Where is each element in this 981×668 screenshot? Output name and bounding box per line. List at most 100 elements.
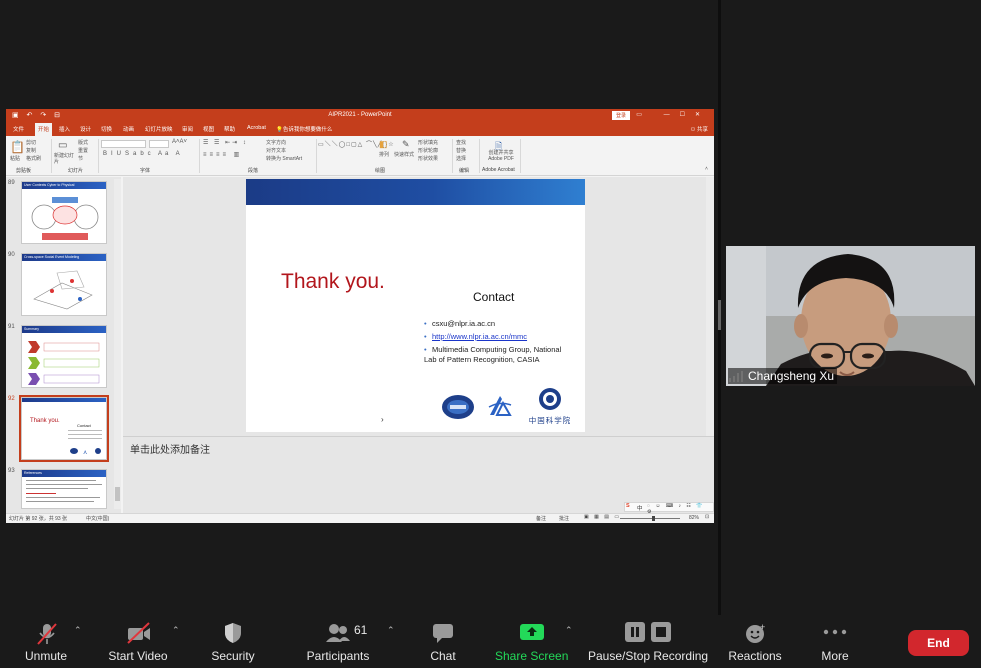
font-color-icons[interactable]: Aa A: [158, 151, 183, 157]
comments-toggle[interactable]: 批注: [559, 515, 569, 522]
slide-thumbnail[interactable]: User Contexts Cyber to Physical: [21, 181, 107, 244]
participants-icon: [326, 624, 350, 642]
share-screen-icon: [520, 624, 544, 640]
slide-thumbnail[interactable]: Summary: [21, 325, 107, 388]
ribbon-separator: [520, 139, 521, 173]
notes-toggle[interactable]: 备注: [536, 515, 546, 522]
font-name-dropdown[interactable]: [101, 140, 146, 148]
ribbon-separator: [51, 139, 52, 173]
shape-effects-button[interactable]: 形状效果: [418, 155, 438, 162]
tell-me-search[interactable]: 💡告诉我你想要做什么: [276, 125, 332, 133]
zoom-slider-thumb[interactable]: [652, 516, 655, 521]
tab-review[interactable]: 审阅: [182, 125, 193, 133]
replace-button[interactable]: 替换: [456, 147, 466, 154]
view-buttons[interactable]: ▣ ▦ ▤ ▭: [584, 514, 621, 520]
participants-options-chevron-icon[interactable]: ⌃: [387, 625, 395, 636]
audio-options-chevron-icon[interactable]: ⌃: [74, 625, 82, 636]
video-options-chevron-icon[interactable]: ⌃: [172, 625, 180, 636]
reset-button[interactable]: 重置: [78, 147, 88, 154]
align-text-button[interactable]: 对齐文本: [266, 147, 286, 154]
cas-logo-text: 中国科学院: [528, 416, 572, 425]
unmute-button[interactable]: Unmute: [16, 615, 76, 668]
font-format-icons[interactable]: BIUSabc: [103, 151, 155, 157]
shape-fill-button[interactable]: 形状填充: [418, 139, 438, 146]
layout-button[interactable]: 版式: [78, 139, 88, 146]
font-size-dropdown[interactable]: [149, 140, 169, 148]
quick-styles-icon[interactable]: ✎: [402, 139, 410, 150]
quick-styles-button[interactable]: 快速样式: [394, 151, 414, 158]
tab-design[interactable]: 设计: [80, 125, 91, 133]
copy-button[interactable]: 复制: [26, 147, 36, 154]
login-button[interactable]: 登录: [612, 111, 631, 120]
panel-divider-handle[interactable]: [718, 300, 721, 330]
format-painter-button[interactable]: 格式刷: [26, 155, 41, 162]
font-grow-icon[interactable]: A˄A˅: [172, 139, 187, 145]
align-icons[interactable]: ≡≡≡≡ ▥: [203, 151, 242, 158]
tab-transitions[interactable]: 切换: [101, 125, 112, 133]
tab-acrobat[interactable]: Acrobat: [247, 125, 266, 131]
create-pdf-button[interactable]: 创建并共享 Adobe PDF: [484, 150, 518, 162]
slide-thumbnail[interactable]: References: [21, 469, 107, 509]
tab-animations[interactable]: 动画: [123, 125, 134, 133]
fit-slide-icon[interactable]: ⊡: [705, 514, 709, 520]
tab-help[interactable]: 帮助: [224, 125, 235, 133]
slide-thumbnail[interactable]: Cross-space Social Event Modeling: [21, 253, 107, 316]
thumb-diagram: [28, 341, 100, 385]
list-icons[interactable]: ☰ ☰ ⇤⇥ ↕: [203, 139, 248, 146]
more-button[interactable]: More: [812, 615, 858, 668]
casia-logo: [488, 396, 512, 416]
new-slide-label[interactable]: 新建幻灯片: [54, 153, 74, 165]
end-meeting-button[interactable]: End: [908, 630, 969, 656]
language-status[interactable]: 中文(中国): [86, 515, 109, 522]
cut-button[interactable]: 剪切: [26, 139, 36, 146]
reactions-button[interactable]: + Reactions: [727, 615, 783, 668]
thumbnail-scroll-thumb[interactable]: [115, 487, 120, 501]
ime-mode[interactable]: 中: [637, 504, 643, 512]
zoom-slider[interactable]: [620, 518, 680, 519]
security-button[interactable]: Security: [205, 615, 261, 668]
text-direction-button[interactable]: 文字方向: [266, 139, 286, 146]
chat-button[interactable]: Chat: [418, 615, 468, 668]
thumb-title: Cross-space Social Event Modeling: [22, 254, 106, 261]
paste-label[interactable]: 粘贴: [10, 155, 20, 162]
stop-recording-icon[interactable]: [651, 622, 671, 642]
notes-placeholder[interactable]: 单击此处添加备注: [130, 441, 210, 456]
slide-thumbnail-pane: 89 User Contexts Cyber to Physical 90 Cr…: [6, 177, 121, 513]
sogou-ime-icon[interactable]: S: [626, 503, 630, 509]
share-options-chevron-icon[interactable]: ⌃: [565, 625, 573, 636]
start-video-button[interactable]: Start Video: [103, 615, 173, 668]
collapse-ribbon-icon[interactable]: ˄: [705, 166, 708, 172]
ribbon-separator: [199, 139, 200, 173]
tab-home[interactable]: 开始: [35, 123, 53, 137]
bullet-icon: •: [424, 319, 427, 328]
group-paragraph: 段落: [248, 168, 259, 174]
share-screen-button[interactable]: Share Screen: [495, 615, 568, 668]
section-button[interactable]: 节: [78, 155, 83, 162]
tab-slideshow[interactable]: 幻灯片放映: [145, 125, 173, 133]
smartart-button[interactable]: 转换为 SmartArt: [266, 155, 302, 162]
participants-button[interactable]: 61 Participants: [303, 615, 373, 668]
window-controls[interactable]: ▭ —☐✕: [636, 111, 710, 118]
tab-file[interactable]: 文件: [13, 125, 24, 133]
find-button[interactable]: 查找: [456, 139, 466, 146]
slide-vertical-scrollbar[interactable]: [706, 177, 714, 439]
participant-video-tile[interactable]: Changsheng Xu: [726, 246, 975, 386]
contact-url[interactable]: • http://www.nlpr.ia.ac.cn/mmc: [424, 332, 527, 342]
current-slide[interactable]: Thank you. Contact • csxu@nlpr.ia.ac.cn •…: [246, 179, 585, 432]
tab-view[interactable]: 视图: [203, 125, 214, 133]
new-slide-icon[interactable]: ▭: [58, 140, 67, 151]
thumbnail-scrollbar[interactable]: [114, 179, 121, 509]
select-button[interactable]: 选择: [456, 155, 466, 162]
shape-outline-button[interactable]: 形状轮廓: [418, 147, 438, 154]
share-button[interactable]: ⚇ 共享: [691, 125, 708, 133]
paste-icon[interactable]: 📋: [10, 140, 25, 154]
tab-insert[interactable]: 插入: [59, 125, 70, 133]
slide-thumbnail-selected[interactable]: Thank you. Contact ⋏: [19, 395, 109, 462]
pause-recording-icon[interactable]: [625, 622, 645, 642]
ime-toolbar[interactable]: S 中 ◌ ☺ ⌨ ♪ ☷ 👕 ⚙: [624, 502, 714, 515]
zoom-level[interactable]: 82%: [689, 515, 699, 521]
zoom-meeting-window: ▣ ↶ ↷ ⊟ AIPR2021 - PowerPoint 登录 ▭ —☐✕ 文…: [0, 0, 981, 668]
url-link[interactable]: http://www.nlpr.ia.ac.cn/mmc: [432, 332, 527, 341]
arrange-icon[interactable]: ◧: [379, 139, 388, 150]
arrange-button[interactable]: 排列: [379, 151, 389, 158]
